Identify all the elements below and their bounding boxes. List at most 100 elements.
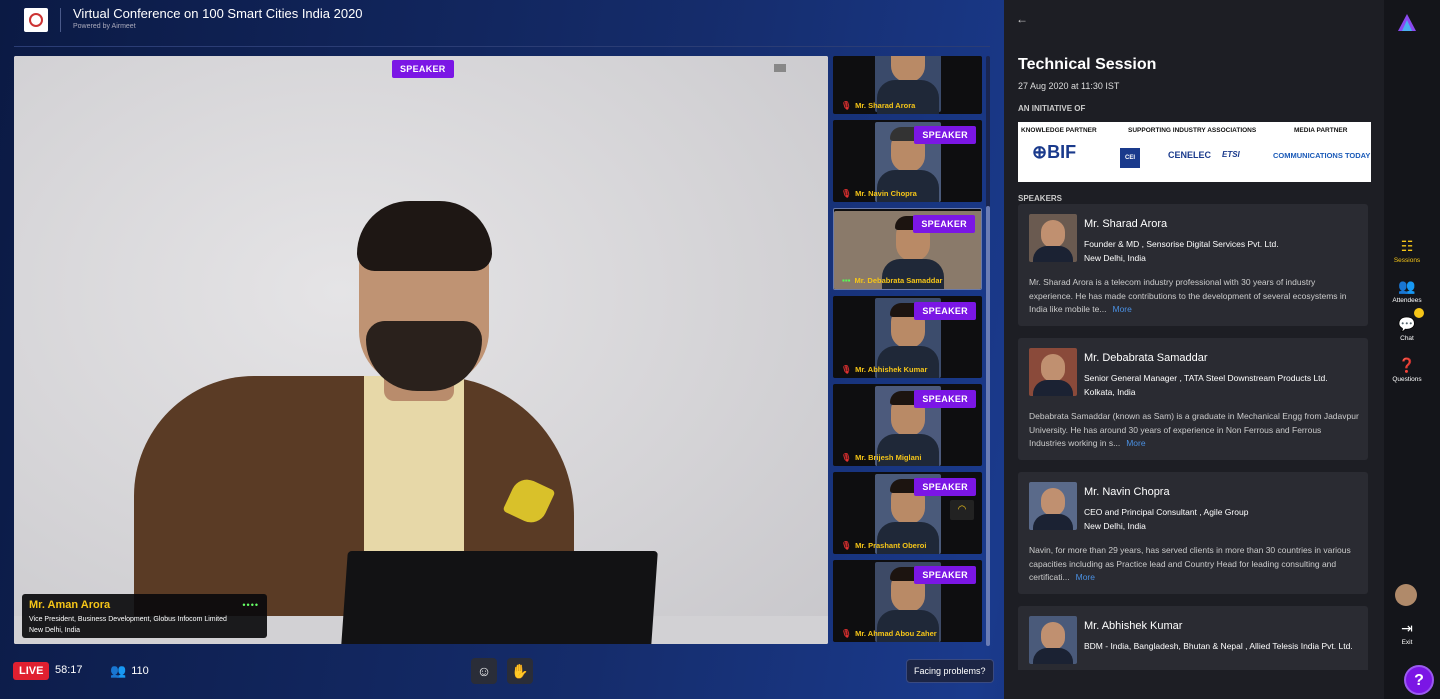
knowledge-partner-label: KNOWLEDGE PARTNER [1021,127,1097,134]
more-link[interactable]: More [1076,572,1095,582]
avatar-head [1041,488,1065,516]
speaker-tile[interactable]: SPEAKER 🎙 Mr. Brijesh Miglani [833,384,982,466]
main-speaker-name: Mr. Aman Arora [29,599,111,611]
speaker-role-text: Senior General Manager , TATA Steel Down… [1084,373,1328,383]
back-arrow-icon[interactable]: ← [1016,12,1028,26]
speaker-tile-name: 🎙 Mr. Abhishek Kumar [841,365,927,374]
speaker-tile-name: 🎙 Mr. Navin Chopra [841,189,917,198]
cenelec-logo: CENELEC [1168,150,1212,160]
tile-name-text: Mr. Navin Chopra [855,189,917,198]
help-button[interactable]: ? [1404,665,1434,695]
speaker-role-text: BDM - India, Bangladesh, Bhutan & Nepal … [1084,641,1353,651]
speaker-location: Kolkata, India [1084,387,1136,397]
avatar-head [1041,622,1065,650]
header: Virtual Conference on 100 Smart Cities I… [0,0,1000,48]
chat-notification-dot [1414,308,1424,318]
speaker-tile[interactable]: 🎙 Mr. Sharad Arora [833,56,982,114]
speaker-card[interactable]: Mr. Navin Chopra CEO and Principal Consu… [1018,472,1368,594]
event-logo [24,8,48,32]
background-object [774,64,786,72]
tile-name-text: Mr. Brijesh Miglani [855,453,922,462]
mic-off-icon: 🎙 [841,541,852,550]
speaker-bio: Mr. Sharad Arora is a telecom industry p… [1029,276,1359,317]
tile-name-text: Mr. Abhishek Kumar [855,365,928,374]
main-speaker-location: New Delhi, India [29,627,80,634]
speaker-tile[interactable]: SPEAKER ◠ 🎙 Mr. Prashant Oberoi [833,472,982,554]
smiley-icon: ☺ [476,663,492,679]
speaker-tile-name: 🎙 Mr. Brijesh Miglani [841,453,921,462]
main-speaker-video[interactable] [14,56,828,644]
speaker-tile[interactable]: SPEAKER 🎙 Mr. Navin Chopra [833,120,982,202]
attendee-count-value: 110 [131,665,149,677]
speaking-icon: ▪▪▪ [842,276,851,285]
tile-name-text: Mr. Prashant Oberoi [855,541,927,550]
speaker-tile-name: 🎙 Mr. Ahmad Abou Zaher [841,629,937,638]
attendees-icon: 👥 [1398,278,1416,294]
bif-logo-icon: ⊕ [1032,142,1048,162]
nav-sessions-label: Sessions [1393,257,1421,264]
speakers-heading: SPEAKERS [1018,194,1063,203]
speaker-tile[interactable]: SPEAKER 🎙 Mr. Ahmad Abou Zaher [833,560,982,642]
communications-today-logo: COMMUNICATIONS TODAY [1273,151,1371,160]
speaker-name: Mr. Abhishek Kumar [1084,620,1183,632]
nav-chat[interactable]: 💬 Chat [1384,316,1430,342]
tiles-scrollbar-thumb[interactable] [986,206,990,646]
event-title: Virtual Conference on 100 Smart Cities I… [73,6,363,21]
speaker-role: CEO and Principal Consultant , Agile Gro… [1084,505,1359,533]
speaker-badge: SPEAKER [914,566,976,584]
speaker-bio-text: Debabrata Samaddar (known as Sam) is a g… [1029,411,1359,448]
tile-name-text: Mr. Sharad Arora [855,101,916,110]
speaker-avatar [1029,214,1077,262]
nav-attendees-label: Attendees [1392,297,1422,304]
etsi-logo: ETSI [1222,150,1240,159]
attendee-count[interactable]: 👥 110 [110,663,149,679]
speaker-name: Mr. Sharad Arora [1084,218,1168,230]
main-speaker-badge: SPEAKER [392,60,454,78]
main-speaker-role: Vice President, Business Development, Gl… [29,616,227,623]
airmeet-logo-icon[interactable] [1396,12,1418,34]
speaker-bio-text: Mr. Sharad Arora is a telecom industry p… [1029,277,1347,314]
mic-off-icon: 🎙 [841,453,852,462]
supporting-associations-label: SUPPORTING INDUSTRY ASSOCIATIONS [1128,127,1257,134]
avatar-head [1041,354,1065,382]
speaker-location: New Delhi, India [1084,253,1146,263]
speaker-cards-list[interactable]: Mr. Sharad Arora Founder & MD , Sensoris… [1018,204,1368,670]
signal-strength-icon: •••• [242,600,259,610]
chat-icon: 💬 [1398,316,1416,332]
avatar-body [1033,648,1073,664]
header-rule [14,46,990,47]
bif-logo: ⊕BIF [1032,142,1076,163]
nav-exit[interactable]: ⇥ Exit [1384,620,1430,646]
user-avatar[interactable] [1395,584,1417,606]
weak-connection-icon: ◠ [950,500,974,520]
more-link[interactable]: More [1126,438,1145,448]
bif-logo-text: BIF [1047,142,1077,162]
speaker-role-text: CEO and Principal Consultant , Agile Gro… [1084,507,1249,517]
speaker-avatar [1029,348,1077,396]
nav-exit-label: Exit [1401,639,1413,646]
nav-attendees[interactable]: 👥 Attendees [1384,278,1430,304]
cei-logo: CEI [1120,148,1140,168]
speaker-tile-name: ▪▪▪ Mr. Debabrata Samaddar [842,276,942,285]
more-link[interactable]: More [1112,304,1131,314]
speaker-card[interactable]: Mr. Abhishek Kumar BDM - India, Banglade… [1018,606,1368,670]
raise-hand-button[interactable]: ✋ [507,658,533,684]
laptop [340,551,658,644]
session-title: Technical Session [1018,56,1157,73]
speaker-bio: Debabrata Samaddar (known as Sam) is a g… [1029,410,1359,451]
nav-chat-label: Chat [1400,335,1414,342]
session-timer: 58:17 [55,664,83,676]
emoji-reaction-button[interactable]: ☺ [471,658,497,684]
main-speaker-name-card: Mr. Aman Arora Vice President, Business … [22,594,267,638]
avatar-body [1033,514,1073,530]
speaker-card[interactable]: Mr. Sharad Arora Founder & MD , Sensoris… [1018,204,1368,326]
nav-questions[interactable]: ❓ Questions [1384,357,1430,383]
mic-off-icon: 🎙 [841,365,852,374]
speaker-badge: SPEAKER [914,302,976,320]
speaker-tile[interactable]: SPEAKER 🎙 Mr. Abhishek Kumar [833,296,982,378]
nav-sessions[interactable]: ☷ Sessions [1384,238,1430,264]
speaker-tile-active[interactable]: SPEAKER ▪▪▪ Mr. Debabrata Samaddar [833,208,982,290]
facing-problems-button[interactable]: Facing problems? [906,659,994,683]
speaker-card[interactable]: Mr. Debabrata Samaddar Senior General Ma… [1018,338,1368,460]
live-badge: LIVE [13,662,50,680]
